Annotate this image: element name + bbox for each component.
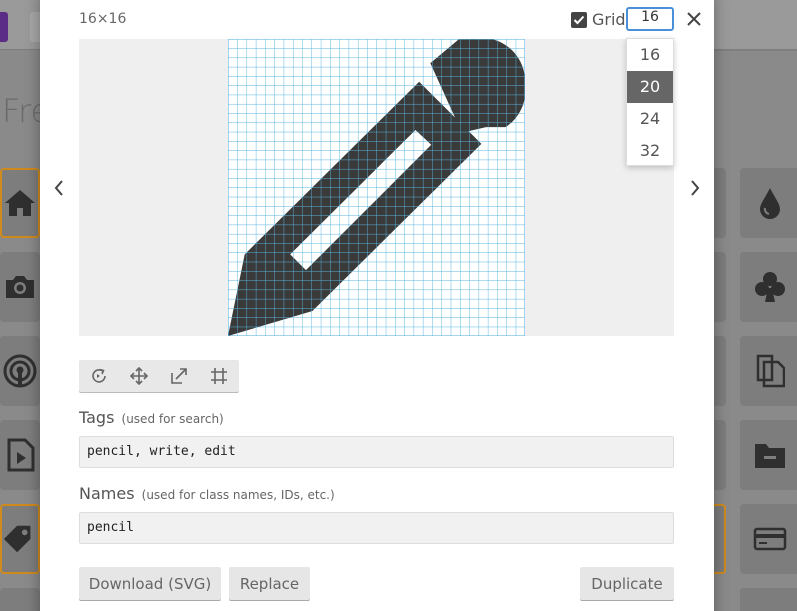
icon-size-label: 16×16: [79, 11, 127, 27]
names-input[interactable]: pencil: [79, 512, 674, 544]
pencil-icon: [228, 39, 525, 336]
move-button[interactable]: [119, 360, 159, 392]
background-tile-club: [740, 252, 797, 322]
droplet-icon: [760, 188, 780, 219]
move-icon: [130, 367, 148, 385]
background-tile-copy: [740, 336, 797, 406]
chevron-left-icon: [54, 180, 63, 196]
camera-icon: [6, 276, 34, 298]
folder-minus-icon: [755, 444, 785, 468]
duplicate-button[interactable]: Duplicate: [580, 567, 674, 600]
close-button[interactable]: [684, 8, 704, 30]
grid-option-20[interactable]: 20: [627, 71, 673, 103]
background-tile-partial: [740, 588, 797, 611]
close-icon: [687, 12, 701, 26]
names-hint: (used for class names, IDs, etc.): [141, 488, 335, 502]
background-tile-credit-card: [740, 504, 797, 574]
checkmark-icon: [573, 15, 585, 24]
grid-size-dropdown[interactable]: 16 20 24 32: [626, 38, 674, 166]
resize-button[interactable]: [159, 360, 199, 392]
grid-checkbox[interactable]: [571, 11, 587, 28]
next-icon-button[interactable]: [685, 176, 705, 200]
tags-label-text: Tags: [79, 408, 115, 427]
transform-toolbar: [79, 360, 239, 392]
background-tile-tags: [0, 504, 40, 574]
grid-option-32[interactable]: 32: [627, 135, 673, 167]
rotate-button[interactable]: [79, 360, 119, 392]
replace-button[interactable]: Replace: [229, 567, 310, 600]
chevron-right-icon: [691, 180, 700, 196]
grid-size-input[interactable]: 16: [626, 7, 674, 31]
tags-label: Tags (used for search): [79, 408, 224, 427]
rotate-icon: [92, 368, 106, 383]
background-divider: [714, 50, 797, 51]
background-tile-partial: [0, 588, 40, 611]
crop-icon: [211, 368, 227, 384]
crop-button[interactable]: [199, 360, 239, 392]
file-play-icon: [7, 438, 35, 472]
grid-label: Grid: [592, 10, 626, 29]
names-label: Names (used for class names, IDs, etc.): [79, 484, 335, 503]
background-tile-file-play: [0, 420, 40, 490]
background-tile-folder-minus: [740, 420, 797, 490]
tags-hint: (used for search): [121, 412, 224, 426]
podcast-icon: [3, 354, 37, 388]
previous-icon-button[interactable]: [49, 176, 69, 200]
credit-card-icon: [753, 527, 787, 551]
club-icon: [755, 272, 785, 302]
home-icon: [5, 190, 35, 216]
background-tile-droplet: [740, 168, 797, 238]
icon-canvas[interactable]: [79, 39, 674, 336]
names-label-text: Names: [79, 484, 135, 503]
background-brand-tab: [0, 12, 8, 42]
resize-icon: [171, 368, 187, 384]
background-tile-home: [0, 168, 40, 238]
download-svg-button[interactable]: Download (SVG): [79, 567, 221, 600]
grid-option-24[interactable]: 24: [627, 103, 673, 135]
background-tile-podcast: [0, 336, 40, 406]
tags-input[interactable]: pencil, write, edit: [79, 436, 674, 468]
background-tile-camera: [0, 252, 40, 322]
tags-icon: [3, 525, 31, 553]
grid-toggle[interactable]: Grid: [571, 10, 626, 29]
copy-icon: [756, 354, 785, 388]
grid-option-16[interactable]: 16: [627, 39, 673, 71]
